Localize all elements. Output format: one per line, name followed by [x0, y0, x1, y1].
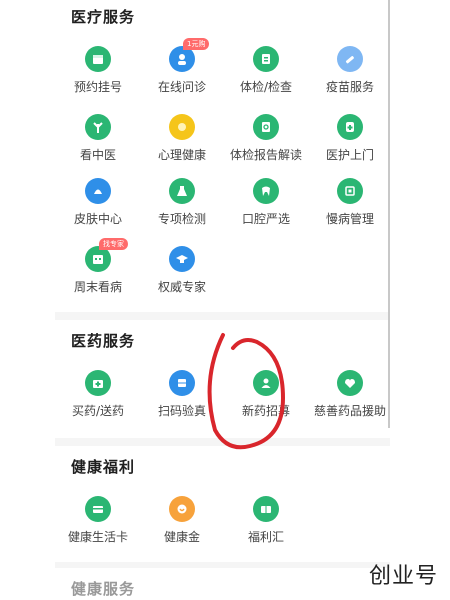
- hand-drawn-circle-annotation: [207, 333, 286, 450]
- card-icon: [85, 496, 111, 522]
- service-home-nursing[interactable]: 医护上门: [309, 114, 391, 163]
- service-label: 专项检测: [157, 212, 206, 226]
- service-label: 买药/送药: [71, 404, 125, 418]
- service-welfare-hub[interactable]: 福利汇: [225, 496, 307, 545]
- service-label: 周末看病: [73, 280, 122, 294]
- service-label: 福利汇: [247, 530, 284, 544]
- service-health-card[interactable]: 健康生活卡: [57, 496, 139, 545]
- promo-badge: 找专家: [99, 238, 128, 250]
- service-label: 体检报告解读: [229, 148, 302, 162]
- service-label: 口腔严选: [241, 212, 290, 226]
- service-tcm[interactable]: 看中医: [57, 114, 139, 163]
- service-label: 慈善药品援助: [313, 404, 386, 418]
- service-charity-aid[interactable]: 慈善药品援助: [309, 370, 391, 419]
- service-label: 医护上门: [325, 148, 374, 162]
- scan-icon: [169, 370, 195, 396]
- service-online-consult[interactable]: 1元购 在线问诊: [141, 38, 223, 95]
- section-title-health: 健康服务: [71, 580, 136, 598]
- section-title-welfare: 健康福利: [71, 458, 136, 476]
- weekend-calendar-icon: 找专家: [85, 238, 128, 272]
- service-vaccine[interactable]: 疫苗服务: [309, 46, 391, 95]
- charity-heart-icon: [337, 370, 363, 396]
- service-label: 健康生活卡: [67, 530, 128, 544]
- service-label: 慢病管理: [325, 212, 374, 226]
- coin-icon: [169, 496, 195, 522]
- service-mental-health[interactable]: 心理健康: [141, 114, 223, 163]
- mind-icon: [169, 114, 195, 140]
- service-checkup[interactable]: 体检/检查: [225, 46, 307, 95]
- graduation-cap-icon: [169, 246, 195, 272]
- service-label: 体检/检查: [239, 80, 293, 94]
- service-health-fund[interactable]: 健康金: [141, 496, 223, 545]
- doctor-icon: 1元购: [169, 38, 210, 72]
- watermark-text: 创业号: [368, 564, 438, 589]
- herb-icon: [85, 114, 111, 140]
- service-label: 在线问诊: [157, 80, 206, 94]
- service-label: 健康金: [163, 530, 200, 544]
- calendar-icon: [85, 46, 111, 72]
- service-appointment[interactable]: 预约挂号: [57, 46, 139, 95]
- section-divider: [55, 562, 390, 568]
- service-report-reading[interactable]: 体检报告解读: [225, 114, 307, 163]
- service-weekend-clinic[interactable]: 找专家 周末看病: [57, 238, 139, 295]
- service-dental[interactable]: 口腔严选: [225, 178, 307, 227]
- pharmacy-icon: [85, 370, 111, 396]
- service-skin-center[interactable]: 皮肤中心: [57, 178, 139, 227]
- clipboard-icon: [253, 46, 279, 72]
- section-divider: [55, 312, 390, 320]
- service-label: 心理健康: [157, 148, 206, 162]
- report-icon: [253, 114, 279, 140]
- syringe-icon: [337, 46, 363, 72]
- service-label: 预约挂号: [73, 80, 122, 94]
- service-label: 看中医: [79, 148, 116, 162]
- service-label: 皮肤中心: [73, 212, 122, 226]
- section-title-medical: 医疗服务: [71, 8, 136, 26]
- service-chronic-care[interactable]: 慢病管理: [309, 178, 391, 227]
- nurse-icon: [337, 114, 363, 140]
- service-special-test[interactable]: 专项检测: [141, 178, 223, 227]
- fortune-icon: [337, 178, 363, 204]
- flask-icon: [169, 178, 195, 204]
- promo-badge: 1元购: [183, 38, 210, 50]
- services-panel: 医疗服务 预约挂号 1元购 在线问诊 体检/检查 疫苗服务 看中医 心理健康 体…: [55, 0, 390, 600]
- section-title-medicine: 医药服务: [71, 332, 136, 350]
- skin-icon: [85, 178, 111, 204]
- tooth-icon: [253, 178, 279, 204]
- service-top-experts[interactable]: 权威专家: [141, 246, 223, 295]
- service-label: 疫苗服务: [325, 80, 374, 94]
- service-buy-medicine[interactable]: 买药/送药: [57, 370, 139, 419]
- service-label: 权威专家: [157, 280, 206, 294]
- ticket-icon: [253, 496, 279, 522]
- panel-edge-divider: [388, 0, 390, 428]
